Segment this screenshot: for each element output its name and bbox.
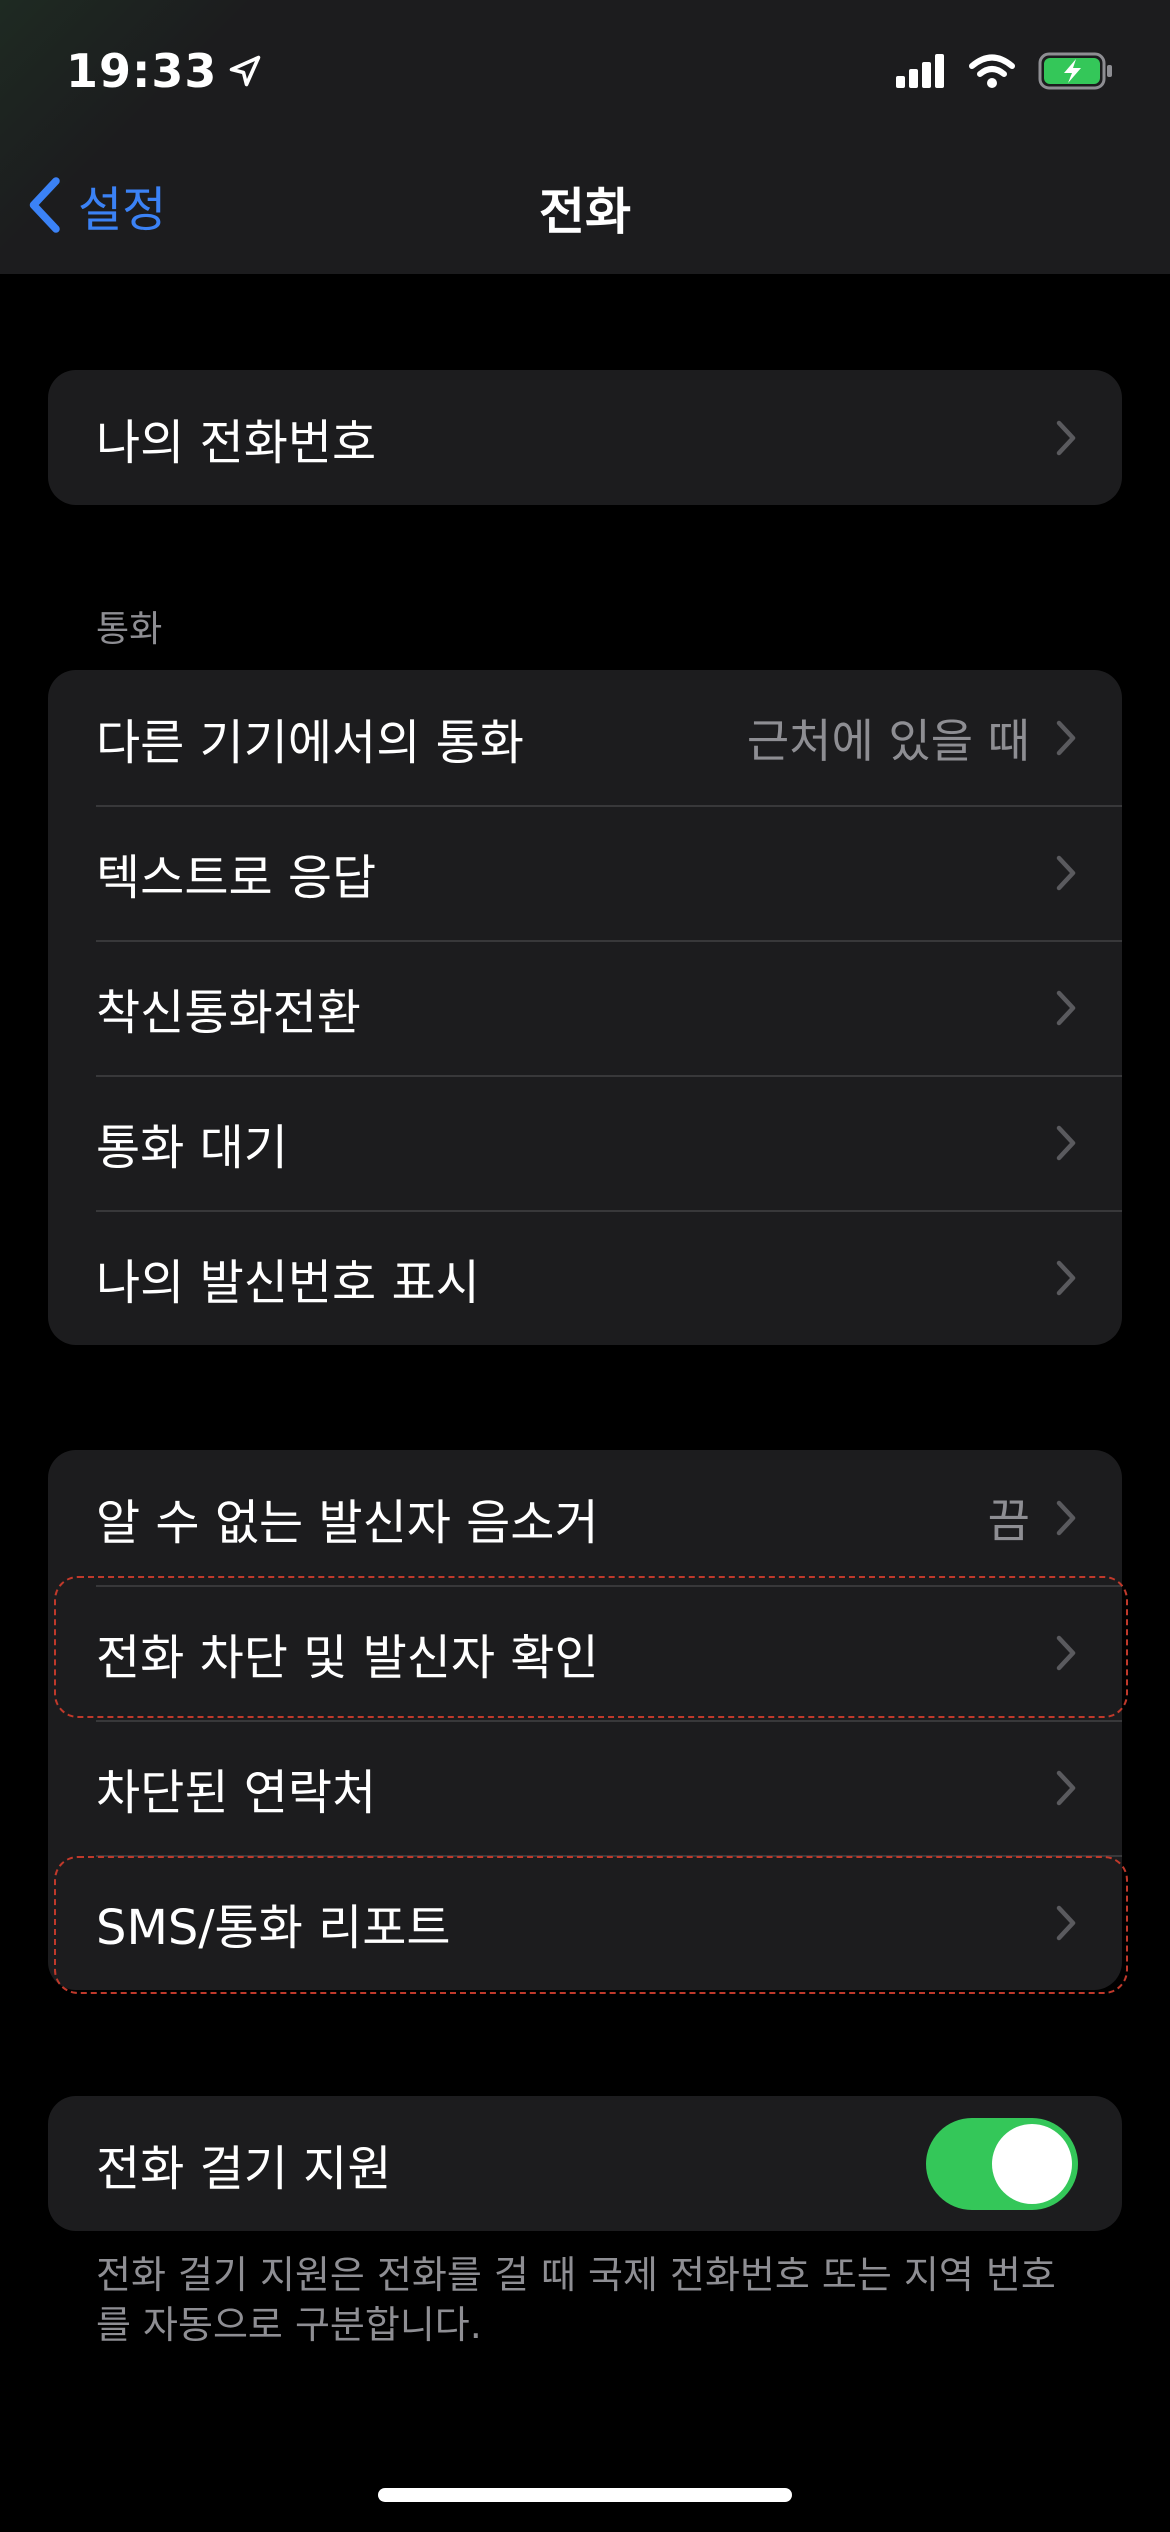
row-value: 끔 bbox=[987, 1493, 1030, 1548]
home-indicator[interactable] bbox=[378, 2488, 792, 2502]
row-call-blocking-identification[interactable]: 전화 차단 및 발신자 확인 bbox=[48, 1585, 1122, 1720]
calls-group: 다른 기기에서의 통화 근처에 있을 때 텍스트로 응답 착신통화전환 통화 대… bbox=[48, 670, 1122, 1345]
chevron-right-icon bbox=[1056, 1500, 1076, 1535]
row-label: 나의 발신번호 표시 bbox=[96, 1254, 480, 1311]
dial-assist-group: 전화 걸기 지원 bbox=[48, 2096, 1122, 2231]
chevron-right-icon bbox=[1056, 1770, 1076, 1805]
row-calls-other-devices[interactable]: 다른 기기에서의 통화 근처에 있을 때 bbox=[48, 670, 1122, 805]
row-sms-call-reporting[interactable]: SMS/통화 리포트 bbox=[48, 1855, 1122, 1990]
toggle-knob bbox=[992, 2123, 1072, 2204]
blocking-group: 알 수 없는 발신자 음소거 끔 전화 차단 및 발신자 확인 차단된 연락처 … bbox=[48, 1450, 1122, 1990]
row-label: SMS/통화 리포트 bbox=[96, 1899, 451, 1956]
battery-charging-icon bbox=[1038, 52, 1112, 90]
row-value: 근처에 있을 때 bbox=[746, 713, 1030, 768]
row-label: 알 수 없는 발신자 음소거 bbox=[96, 1494, 599, 1551]
dial-assist-footnote: 전화 걸기 지원은 전화를 걸 때 국제 전화번호 또는 지역 번호를 자동으로… bbox=[96, 2253, 1056, 2347]
row-label: 나의 전화번호 bbox=[96, 414, 377, 471]
chevron-right-icon bbox=[1056, 1905, 1076, 1940]
row-label: 차단된 연락처 bbox=[96, 1764, 377, 1821]
dial-assist-toggle[interactable] bbox=[926, 2117, 1078, 2210]
row-label: 착신통화전환 bbox=[96, 984, 361, 1041]
time-label: 19:33 bbox=[66, 44, 218, 98]
row-show-caller-id[interactable]: 나의 발신번호 표시 bbox=[48, 1210, 1122, 1345]
cellular-signal-icon bbox=[896, 54, 944, 88]
page-title: 전화 bbox=[539, 183, 631, 241]
chevron-right-icon bbox=[1056, 420, 1076, 455]
row-call-waiting[interactable]: 통화 대기 bbox=[48, 1075, 1122, 1210]
status-time: 19:33 bbox=[66, 44, 263, 98]
row-label: 텍스트로 응답 bbox=[96, 849, 377, 906]
location-arrow-icon bbox=[230, 55, 261, 87]
row-label: 다른 기기에서의 통화 bbox=[96, 714, 524, 771]
my-number-group: 나의 전화번호 bbox=[48, 370, 1122, 505]
row-blocked-contacts[interactable]: 차단된 연락처 bbox=[48, 1720, 1122, 1855]
chevron-right-icon bbox=[1056, 1125, 1076, 1160]
row-respond-with-text[interactable]: 텍스트로 응답 bbox=[48, 805, 1122, 940]
status-bar: 19:33 bbox=[0, 0, 1170, 150]
row-label: 전화 차단 및 발신자 확인 bbox=[96, 1629, 599, 1686]
row-label: 통화 대기 bbox=[96, 1119, 288, 1176]
row-silence-unknown-callers[interactable]: 알 수 없는 발신자 음소거 끔 bbox=[48, 1450, 1122, 1585]
chevron-right-icon bbox=[1056, 1260, 1076, 1295]
chevron-right-icon bbox=[1056, 720, 1076, 755]
row-dial-assist: 전화 걸기 지원 bbox=[48, 2096, 1122, 2231]
row-label: 전화 걸기 지원 bbox=[96, 2140, 392, 2197]
row-call-forwarding[interactable]: 착신통화전환 bbox=[48, 940, 1122, 1075]
wifi-icon bbox=[969, 54, 1015, 88]
section-header-calls: 통화 bbox=[96, 609, 163, 650]
chevron-right-icon bbox=[1056, 990, 1076, 1025]
chevron-right-icon bbox=[1056, 1635, 1076, 1670]
my-number-row[interactable]: 나의 전화번호 bbox=[48, 370, 1122, 505]
chevron-right-icon bbox=[1056, 855, 1076, 890]
